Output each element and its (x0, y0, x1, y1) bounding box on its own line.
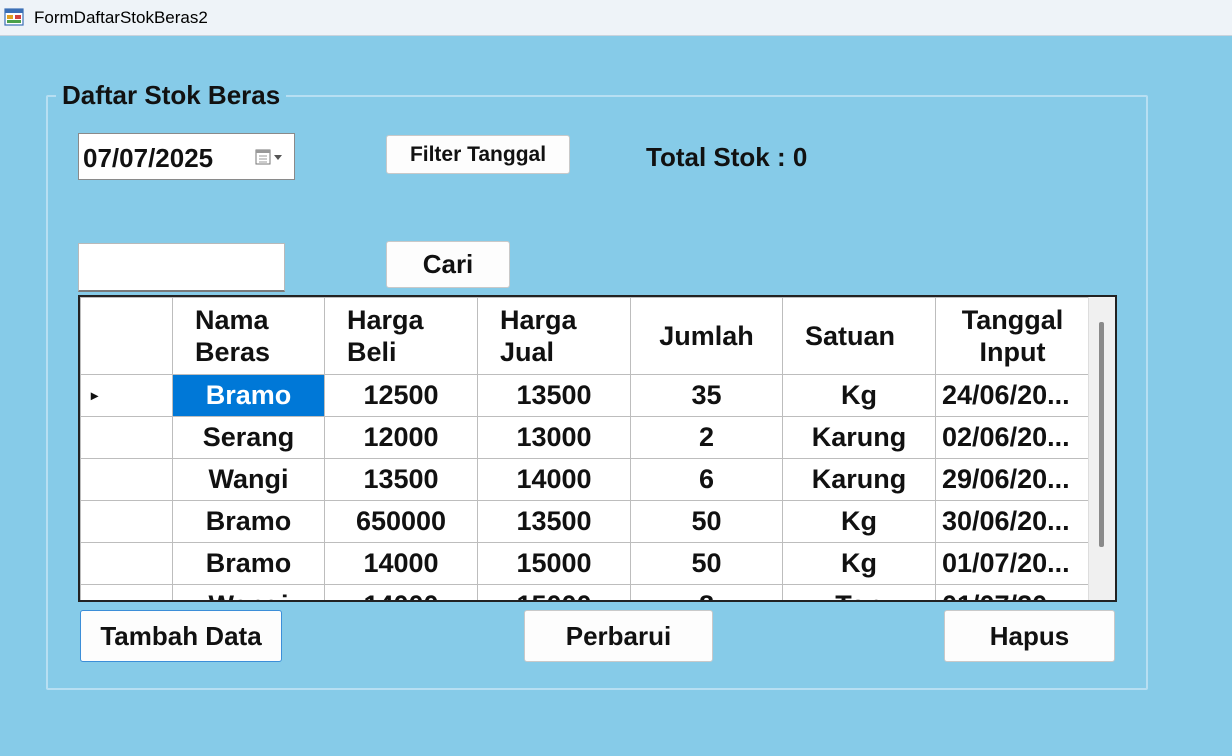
cell-tanggal[interactable]: 30/06/20... (935, 500, 1090, 543)
column-header-nama-beras[interactable]: Nama Beras (172, 297, 325, 375)
stok-data-grid[interactable]: Nama Beras Harga Beli Harga Jual Jumlah … (78, 295, 1117, 602)
date-picker[interactable]: 07/07/2025 (78, 133, 295, 180)
filter-tanggal-button[interactable]: Filter Tanggal (386, 135, 570, 174)
cell-tanggal[interactable]: 29/06/20... (935, 458, 1090, 501)
cell-harga-jual[interactable]: 14000 (477, 458, 631, 501)
vertical-scrollbar[interactable] (1088, 297, 1115, 600)
cell-jumlah[interactable]: 2 (630, 416, 783, 459)
cell-harga-jual[interactable]: 15000 (477, 542, 631, 585)
row-header-corner (80, 297, 173, 375)
cell-harga-beli[interactable]: 14000 (324, 542, 478, 585)
cell-tanggal[interactable]: 01/07/20... (935, 584, 1090, 600)
cell-satuan[interactable]: Karung (782, 416, 936, 459)
row-header[interactable] (80, 542, 173, 585)
cell-jumlah[interactable]: 35 (630, 374, 783, 417)
cell-jumlah[interactable]: 8 (630, 584, 783, 600)
column-header-satuan[interactable]: Satuan (782, 297, 936, 375)
perbarui-button[interactable]: Perbarui (524, 610, 713, 662)
column-header-harga-jual[interactable]: Harga Jual (477, 297, 631, 375)
table-row[interactable]: Serang 12000 13000 2 Karung 02/06/20... (80, 416, 1090, 459)
app-form-icon (4, 8, 24, 26)
cell-satuan[interactable]: Kg (782, 500, 936, 543)
cell-harga-jual[interactable]: 13500 (477, 500, 631, 543)
scrollbar-thumb[interactable] (1099, 322, 1104, 547)
table-row[interactable]: Wangi 13500 14000 6 Karung 29/06/20... (80, 458, 1090, 501)
search-input[interactable] (78, 243, 285, 292)
row-header[interactable] (80, 416, 173, 459)
cell-harga-beli[interactable]: 12000 (324, 416, 478, 459)
cell-jumlah[interactable]: 50 (630, 500, 783, 543)
cell-harga-jual[interactable]: 15000 (477, 584, 631, 600)
cell-harga-beli[interactable]: 13500 (324, 458, 478, 501)
hapus-button[interactable]: Hapus (944, 610, 1115, 662)
table-row[interactable]: Wangi 14000 15000 8 Ton 01/07/20... (80, 584, 1090, 600)
cell-satuan[interactable]: Kg (782, 374, 936, 417)
total-stok-label: Total Stok : 0 (646, 142, 808, 172)
row-header[interactable] (80, 500, 173, 543)
cell-satuan[interactable]: Ton (782, 584, 936, 600)
table-row[interactable]: Bramo 14000 15000 50 Kg 01/07/20... (80, 542, 1090, 585)
cell-nama[interactable]: Bramo (172, 542, 325, 585)
row-header[interactable] (80, 584, 173, 600)
window-title: FormDaftarStokBeras2 (34, 8, 208, 27)
cell-nama[interactable]: Bramo (172, 500, 325, 543)
cell-harga-jual[interactable]: 13000 (477, 416, 631, 459)
group-title: Daftar Stok Beras (56, 80, 287, 111)
calendar-dropdown-icon[interactable] (255, 149, 285, 165)
table-row[interactable]: ▸ Bramo 12500 13500 35 Kg 24/06/20... (80, 374, 1090, 417)
title-bar: FormDaftarStokBeras2 (0, 0, 1232, 36)
cell-harga-beli[interactable]: 650000 (324, 500, 478, 543)
cell-tanggal[interactable]: 02/06/20... (935, 416, 1090, 459)
cell-nama[interactable]: Wangi (172, 458, 325, 501)
cell-nama[interactable]: Serang (172, 416, 325, 459)
cari-button[interactable]: Cari (386, 241, 510, 288)
column-header-harga-beli[interactable]: Harga Beli (324, 297, 478, 375)
tambah-data-button[interactable]: Tambah Data (80, 610, 282, 662)
cell-satuan[interactable]: Kg (782, 542, 936, 585)
cell-nama[interactable]: Bramo (172, 374, 325, 417)
column-header-tanggal-input[interactable]: Tanggal Input (935, 297, 1090, 375)
cell-satuan[interactable]: Karung (782, 458, 936, 501)
table-row[interactable]: Bramo 650000 13500 50 Kg 30/06/20... (80, 500, 1090, 543)
cell-harga-beli[interactable]: 12500 (324, 374, 478, 417)
date-value: 07/07/2025 (83, 143, 214, 173)
cell-harga-jual[interactable]: 13500 (477, 374, 631, 417)
row-header[interactable] (80, 458, 173, 501)
cell-nama[interactable]: Wangi (172, 584, 325, 600)
stok-table: Nama Beras Harga Beli Harga Jual Jumlah … (80, 297, 1090, 600)
cell-harga-beli[interactable]: 14000 (324, 584, 478, 600)
cell-tanggal[interactable]: 24/06/20... (935, 374, 1090, 417)
current-row-indicator-icon[interactable]: ▸ (80, 374, 173, 417)
cell-jumlah[interactable]: 6 (630, 458, 783, 501)
cell-tanggal[interactable]: 01/07/20... (935, 542, 1090, 585)
cell-jumlah[interactable]: 50 (630, 542, 783, 585)
table-header-row: Nama Beras Harga Beli Harga Jual Jumlah … (80, 297, 1090, 375)
column-header-jumlah[interactable]: Jumlah (630, 297, 783, 375)
